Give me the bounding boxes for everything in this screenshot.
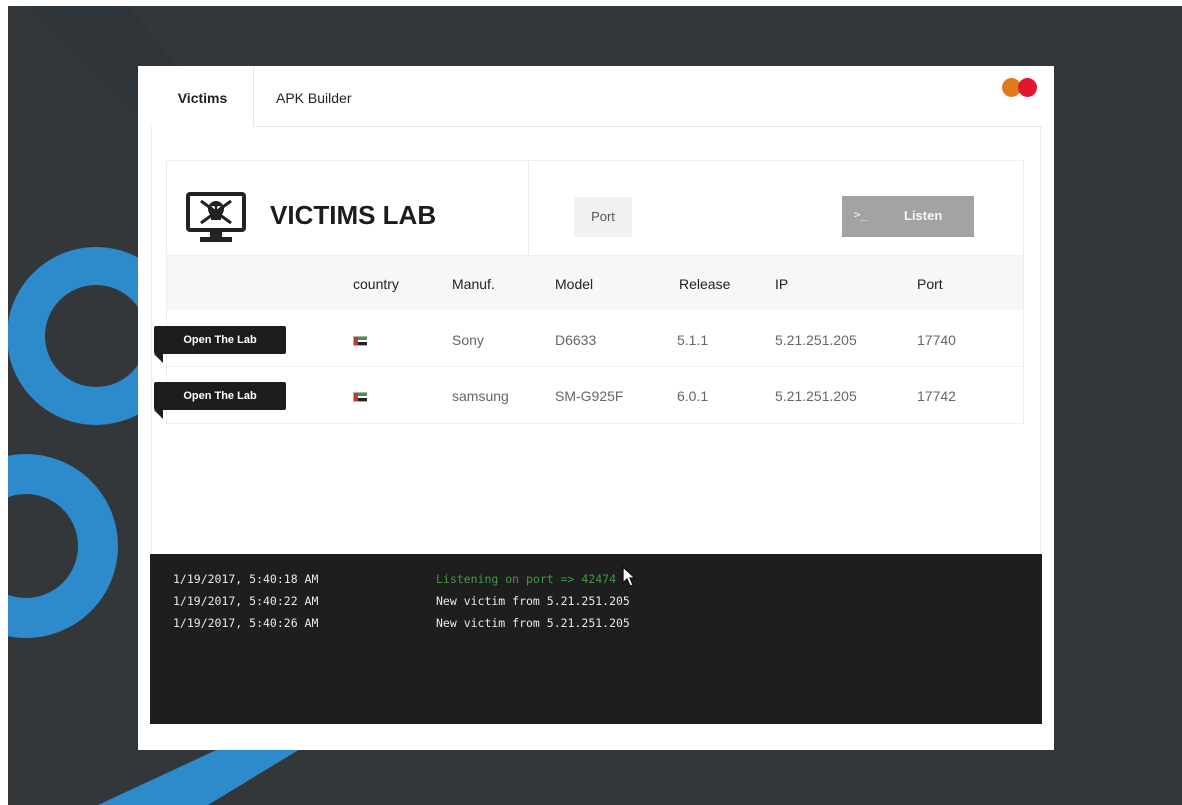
column-header-ip: IP: [775, 276, 789, 292]
tab-apk-builder[interactable]: APK Builder: [276, 66, 376, 126]
tab-bar: Victims APK Builder: [152, 66, 1042, 127]
log-console: 1/19/2017, 5:40:18 AM Listening on port …: [150, 554, 1042, 724]
cell-port: 17742: [917, 388, 956, 404]
listen-button-label: Listen: [904, 208, 943, 223]
page-title: VICTIMS LAB: [270, 200, 437, 230]
flag-icon: [353, 336, 367, 346]
cell-model: D6633: [555, 332, 597, 348]
mouse-cursor-icon: [622, 566, 636, 587]
cell-model: SM-G925F: [555, 388, 624, 404]
port-input[interactable]: [648, 204, 832, 232]
table-row: samsung SM-G925F 6.0.1 5.21.251.205 1774…: [167, 366, 1023, 422]
log-message: Listening on port => 42474: [436, 572, 617, 586]
header-divider: [528, 162, 529, 254]
open-lab-button[interactable]: Open The Lab: [154, 326, 286, 354]
cell-release: 6.0.1: [677, 388, 709, 404]
column-header-model: Model: [555, 276, 594, 292]
column-header-port: Port: [917, 276, 943, 292]
column-header-manufacturer: Manuf.: [452, 276, 495, 292]
cell-port: 17740: [917, 332, 956, 348]
column-header-country: country: [353, 276, 399, 292]
terminal-icon: >_: [854, 208, 868, 221]
log-message: New victim from 5.21.251.205: [436, 616, 630, 630]
log-message: New victim from 5.21.251.205: [436, 594, 630, 608]
table-header: country Manuf. Model Release IP Port: [167, 256, 1023, 310]
table-row: Sony D6633 5.1.1 5.21.251.205 17740: [167, 310, 1023, 367]
button-tail-decoration: [154, 354, 163, 363]
cell-manufacturer: Sony: [452, 332, 484, 348]
port-label: Port: [574, 197, 632, 237]
skull-monitor-icon: [186, 192, 246, 242]
log-timestamp: 1/19/2017, 5:40:26 AM: [173, 616, 319, 630]
log-timestamp: 1/19/2017, 5:40:18 AM: [173, 572, 319, 586]
log-timestamp: 1/19/2017, 5:40:22 AM: [173, 594, 319, 608]
close-button[interactable]: [1018, 78, 1037, 97]
button-tail-decoration: [154, 410, 163, 419]
column-header-release: Release: [679, 276, 731, 292]
cell-ip: 5.21.251.205: [775, 332, 857, 348]
victims-table: country Manuf. Model Release IP Port Son…: [166, 256, 1024, 424]
flag-icon: [353, 392, 367, 402]
cell-manufacturer: samsung: [452, 388, 509, 404]
cell-release: 5.1.1: [677, 332, 709, 348]
tab-victims[interactable]: Victims: [152, 66, 254, 127]
open-lab-button[interactable]: Open The Lab: [154, 382, 286, 410]
cell-ip: 5.21.251.205: [775, 388, 857, 404]
listen-button[interactable]: >_ Listen: [842, 196, 974, 237]
